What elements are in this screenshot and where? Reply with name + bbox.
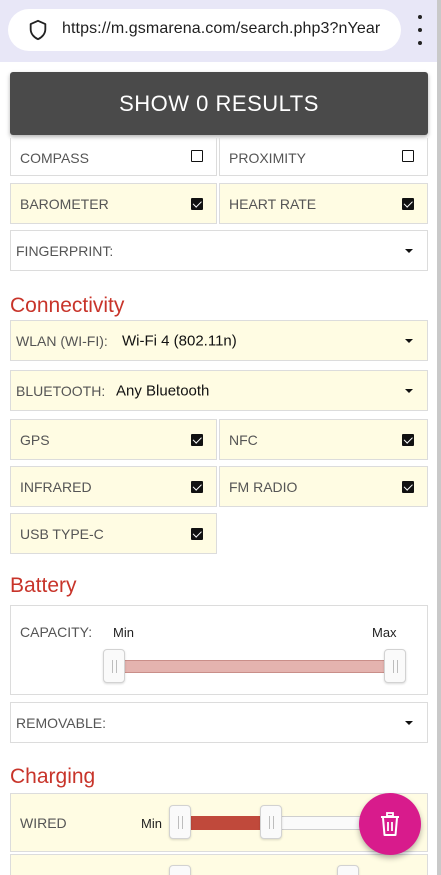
fingerprint-label: FINGERPRINT:	[16, 242, 114, 259]
heart-rate-checkbox[interactable]	[402, 197, 414, 210]
capacity-max-handle[interactable]	[384, 649, 406, 683]
compass-label: COMPASS	[20, 150, 89, 166]
fm-radio-option[interactable]: FM RADIO	[219, 466, 428, 507]
chevron-down-icon	[405, 388, 413, 393]
barometer-label: BAROMETER	[20, 195, 109, 212]
more-vert-icon[interactable]	[410, 15, 430, 45]
proximity-option[interactable]: PROXIMITY	[219, 138, 428, 176]
search-filters: SHOW 0 RESULTS COMPASS PROXIMITY BAROMET…	[0, 62, 437, 875]
next-min-handle[interactable]	[169, 865, 191, 875]
usb-type-c-checkbox[interactable]	[191, 527, 203, 540]
next-range	[10, 854, 428, 875]
heart-rate-label: HEART RATE	[229, 195, 317, 212]
compass-option[interactable]: COMPASS	[10, 138, 217, 176]
gps-checkbox[interactable]	[191, 433, 203, 446]
gps-label: GPS	[20, 431, 50, 448]
bluetooth-value: Any Bluetooth	[116, 382, 210, 399]
wired-label: WIRED	[20, 814, 67, 831]
gps-option[interactable]: GPS	[10, 419, 217, 460]
next-max-handle[interactable]	[337, 865, 359, 875]
infrared-label: INFRARED	[20, 478, 92, 495]
wired-max-handle[interactable]	[260, 805, 282, 839]
infrared-checkbox[interactable]	[191, 480, 203, 493]
capacity-min-label: Min	[113, 625, 134, 640]
address-bar[interactable]: https://m.gsmarena.com/search.php3?nYear	[8, 9, 401, 51]
wired-min-handle[interactable]	[169, 805, 191, 839]
show-results-button[interactable]: SHOW 0 RESULTS	[10, 72, 428, 135]
capacity-max-label: Max	[372, 625, 397, 640]
usb-type-c-option[interactable]: USB TYPE-C	[10, 513, 217, 554]
heart-rate-option[interactable]: HEART RATE	[219, 183, 428, 224]
capacity-label: CAPACITY:	[20, 624, 93, 640]
browser-toolbar: https://m.gsmarena.com/search.php3?nYear	[0, 0, 441, 62]
wlan-label: WLAN (WI-FI):	[16, 332, 108, 349]
fm-radio-checkbox[interactable]	[402, 480, 414, 493]
clear-filters-button[interactable]	[359, 793, 421, 855]
proximity-label: PROXIMITY	[229, 150, 307, 166]
nfc-label: NFC	[229, 431, 258, 448]
shield-icon[interactable]	[27, 19, 49, 41]
wlan-select[interactable]: WLAN (WI-FI): Wi-Fi 4 (802.11n)	[10, 320, 428, 361]
capacity-range: CAPACITY: Min Max	[10, 605, 428, 695]
wired-slider-fill	[189, 816, 271, 830]
capacity-min-handle[interactable]	[103, 649, 125, 683]
proximity-checkbox[interactable]	[402, 150, 414, 162]
url-text[interactable]: https://m.gsmarena.com/search.php3?nYear	[62, 20, 380, 38]
compass-checkbox[interactable]	[191, 150, 203, 162]
connectivity-heading: Connectivity	[10, 294, 125, 317]
fingerprint-select[interactable]: FINGERPRINT:	[10, 230, 428, 271]
removable-label: REMOVABLE:	[16, 714, 106, 731]
bluetooth-label: BLUETOOTH:	[16, 382, 106, 399]
removable-select[interactable]: REMOVABLE:	[10, 702, 428, 743]
bluetooth-select[interactable]: BLUETOOTH: Any Bluetooth	[10, 370, 428, 411]
capacity-slider-track[interactable]	[113, 660, 398, 673]
fm-radio-label: FM RADIO	[229, 478, 298, 495]
nfc-option[interactable]: NFC	[219, 419, 428, 460]
scrollbar[interactable]	[437, 0, 441, 875]
usb-type-c-label: USB TYPE-C	[20, 525, 104, 542]
barometer-option[interactable]: BAROMETER	[10, 183, 217, 224]
barometer-checkbox[interactable]	[191, 197, 203, 210]
chevron-down-icon	[405, 720, 413, 725]
nfc-checkbox[interactable]	[402, 433, 414, 446]
battery-heading: Battery	[10, 574, 77, 597]
wlan-value: Wi-Fi 4 (802.11n)	[122, 332, 237, 349]
charging-heading: Charging	[10, 765, 96, 788]
chevron-down-icon	[405, 338, 413, 343]
infrared-option[interactable]: INFRARED	[10, 466, 217, 507]
trash-icon	[381, 812, 399, 836]
chevron-down-icon	[405, 248, 413, 253]
wired-min-label: Min	[141, 816, 162, 831]
